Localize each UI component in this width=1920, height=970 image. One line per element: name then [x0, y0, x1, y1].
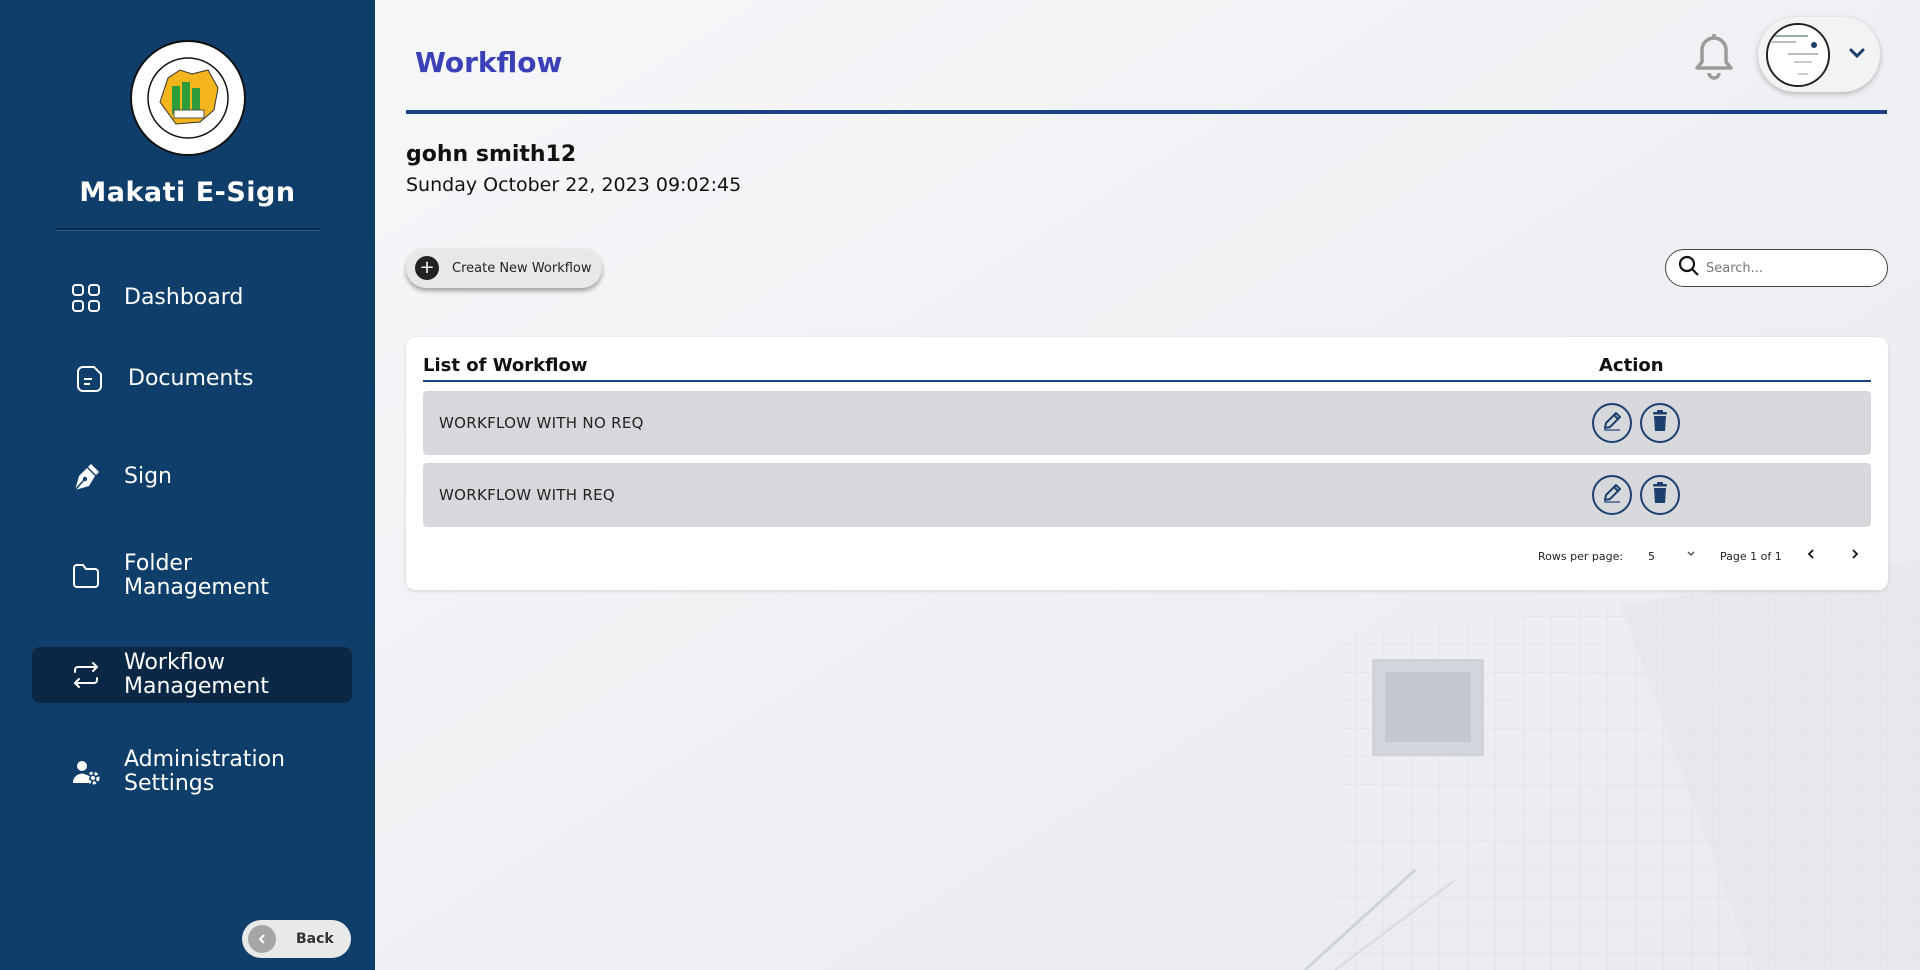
avatar [1766, 23, 1830, 87]
create-button-label: Create New Workflow [452, 260, 592, 276]
sidebar-item-label: Workflow Management [124, 650, 269, 699]
sidebar-item-label: Folder Management [124, 551, 269, 600]
sidebar-item-documents[interactable]: Documents [32, 353, 352, 405]
column-header-name: List of Workflow [423, 355, 588, 376]
current-datetime: Sunday October 22, 2023 09:02:45 [406, 174, 742, 196]
chevron-left-icon [248, 925, 276, 953]
create-new-workflow-button[interactable]: + Create New Workflow [406, 248, 602, 288]
header-divider [406, 110, 1887, 114]
edit-button[interactable] [1592, 475, 1632, 515]
user-menu[interactable] [1758, 17, 1880, 92]
table-header-divider [423, 380, 1871, 382]
trash-icon [1650, 410, 1670, 436]
workflow-name: WORKFLOW WITH REQ [439, 486, 616, 504]
delete-button[interactable] [1640, 403, 1680, 443]
rows-per-page-label: Rows per page: [1538, 550, 1624, 563]
sidebar-item-label: Documents [128, 366, 254, 391]
search-input[interactable] [1706, 260, 1866, 276]
brand-divider [55, 228, 320, 231]
sidebar-item-administration-settings[interactable]: Administration Settings [32, 746, 352, 798]
prev-page-button[interactable] [1799, 542, 1823, 566]
pencil-icon [1601, 482, 1623, 508]
app-brand-title: Makati E-Sign [79, 177, 296, 208]
plus-icon: + [415, 256, 439, 280]
chevron-down-icon [1848, 45, 1866, 64]
bell-icon[interactable] [1692, 32, 1736, 80]
next-page-button[interactable] [1843, 542, 1867, 566]
table-row[interactable]: WORKFLOW WITH REQ [423, 463, 1871, 527]
sidebar-item-dashboard[interactable]: Dashboard [32, 272, 352, 324]
page-info: Page 1 of 1 [1720, 550, 1782, 563]
search-box[interactable] [1665, 249, 1888, 287]
sidebar: Makati E-Sign Dashboard Documents Sign F… [0, 0, 375, 970]
sidebar-item-label: Sign [124, 464, 172, 489]
folder-icon [60, 550, 112, 602]
makati-seal-logo [130, 40, 246, 156]
trash-icon [1650, 482, 1670, 508]
rows-per-page-chevron-icon[interactable] [1679, 542, 1703, 566]
sidebar-item-folder-management[interactable]: Folder Management [32, 550, 352, 602]
document-icon [64, 353, 116, 405]
back-label: Back [296, 931, 334, 947]
back-button[interactable]: Back [242, 920, 351, 958]
search-icon [1678, 255, 1700, 281]
repeat-arrows-icon [60, 649, 112, 701]
sidebar-item-workflow-management[interactable]: Workflow Management [32, 647, 352, 703]
grid-icon [60, 272, 112, 324]
pen-nib-icon [60, 451, 112, 503]
sidebar-item-label: Administration Settings [124, 747, 285, 796]
delete-button[interactable] [1640, 475, 1680, 515]
sidebar-item-label: Dashboard [124, 285, 244, 310]
user-gear-icon [60, 746, 112, 798]
user-name: gohn smith12 [406, 142, 577, 167]
page-title: Workflow [415, 46, 563, 79]
edit-button[interactable] [1592, 403, 1632, 443]
rows-per-page-select[interactable]: 5 [1648, 550, 1655, 563]
column-header-action: Action [1599, 355, 1664, 376]
workflow-name: WORKFLOW WITH NO REQ [439, 414, 644, 432]
table-row[interactable]: WORKFLOW WITH NO REQ [423, 391, 1871, 455]
pencil-icon [1601, 410, 1623, 436]
workflow-table-card: List of Workflow Action WORKFLOW WITH NO… [406, 337, 1888, 590]
sidebar-item-sign[interactable]: Sign [32, 451, 352, 503]
